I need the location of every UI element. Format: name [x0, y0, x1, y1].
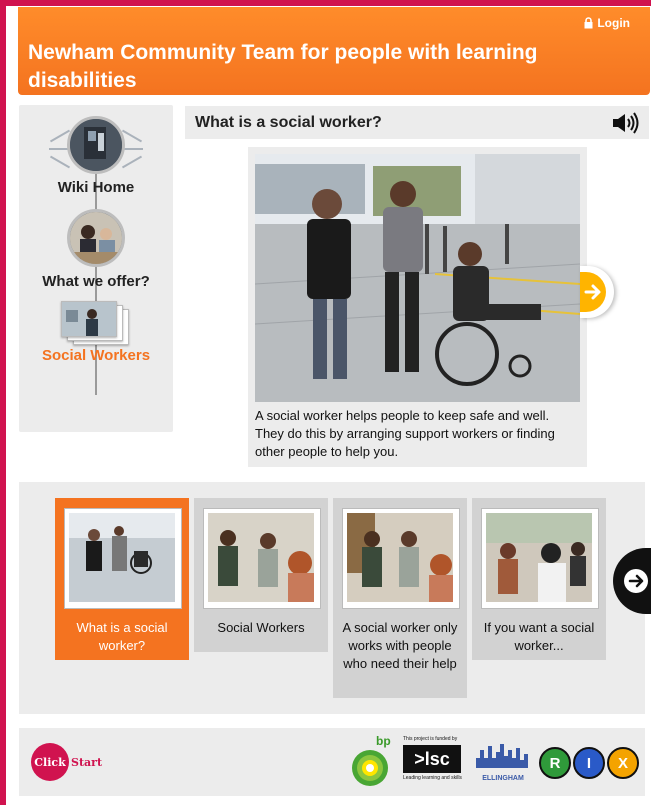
tile-label: A social worker only works with people w…: [342, 620, 458, 671]
tile-thumbnail: [64, 508, 182, 609]
lsc-mark: >lsc: [414, 748, 450, 769]
tile-thumbnail: [342, 508, 460, 609]
sidebar-item-what-we-offer[interactable]: What we offer?: [19, 273, 173, 290]
footer: Click Start bp This project is funded by…: [19, 728, 645, 796]
login-label: Login: [597, 16, 630, 30]
carousel-tile-social-workers[interactable]: Social Workers: [194, 498, 328, 652]
clickstart-text: Start: [71, 755, 103, 769]
sidebar-item-social-workers[interactable]: Social Workers: [19, 347, 173, 364]
social-workers-stack-image[interactable]: [59, 299, 129, 347]
lsc-logo: This project is funded by >lsc Leading l…: [403, 736, 462, 788]
rix-letter: R: [539, 747, 571, 779]
bp-label: bp: [376, 734, 391, 748]
frame-top-border: [0, 0, 651, 6]
frame-left-border: [0, 0, 6, 805]
page-title: What is a social worker?: [195, 114, 382, 131]
sidebar-item-wiki-home[interactable]: Wiki Home: [19, 179, 173, 196]
site-header: Login Newham Community Team for people w…: [18, 7, 650, 95]
clickstart-circle: Click: [31, 743, 69, 781]
what-we-offer-image[interactable]: [67, 209, 125, 267]
main-photo: [255, 154, 580, 402]
hub-line: [49, 155, 71, 169]
lock-icon: [584, 17, 593, 29]
ellingham-label: ELLINGHAM: [482, 775, 524, 782]
tile-label: What is a social worker?: [76, 620, 168, 653]
wiki-home-image[interactable]: [67, 116, 125, 174]
tile-thumbnail: [203, 508, 321, 609]
tile-label: Social Workers: [217, 620, 305, 635]
tile-label: If you want a social worker...: [483, 620, 595, 653]
site-title: Newham Community Team for people with le…: [28, 41, 538, 92]
tile-thumbnail: [481, 508, 599, 609]
carousel-tile-only-works-with[interactable]: A social worker only works with people w…: [333, 498, 467, 698]
page-heading-bar: What is a social worker?: [185, 106, 649, 139]
carousel-tile-what-is-social-worker[interactable]: What is a social worker?: [55, 498, 189, 660]
login-link[interactable]: Login: [584, 16, 630, 30]
speaker-icon[interactable]: [611, 112, 639, 134]
clickstart-logo[interactable]: Click Start: [31, 743, 102, 781]
rix-letter: X: [607, 747, 639, 779]
carousel-tile-if-you-want[interactable]: If you want a social worker...: [472, 498, 606, 660]
rix-logo: R I X: [539, 747, 639, 779]
carousel-next-icon[interactable]: [613, 548, 651, 614]
bp-logo: bp: [350, 734, 394, 790]
main-photo-card: A social worker helps people to keep saf…: [248, 147, 587, 467]
rix-letter: I: [573, 747, 605, 779]
sidebar-nav: Wiki Home What we offer? Social Workers: [19, 105, 173, 432]
hub-line: [121, 155, 143, 169]
lsc-funded-text: This project is funded by: [403, 736, 458, 742]
carousel-strip: What is a social worker? Social Workers: [19, 482, 645, 714]
ellingham-logo: ELLINGHAM: [474, 740, 532, 786]
next-arrow-icon[interactable]: [580, 266, 614, 318]
hub-line: [121, 129, 143, 143]
photo-caption: A social worker helps people to keep saf…: [255, 408, 555, 459]
lsc-tagline: Leading learning and skills: [403, 775, 462, 781]
